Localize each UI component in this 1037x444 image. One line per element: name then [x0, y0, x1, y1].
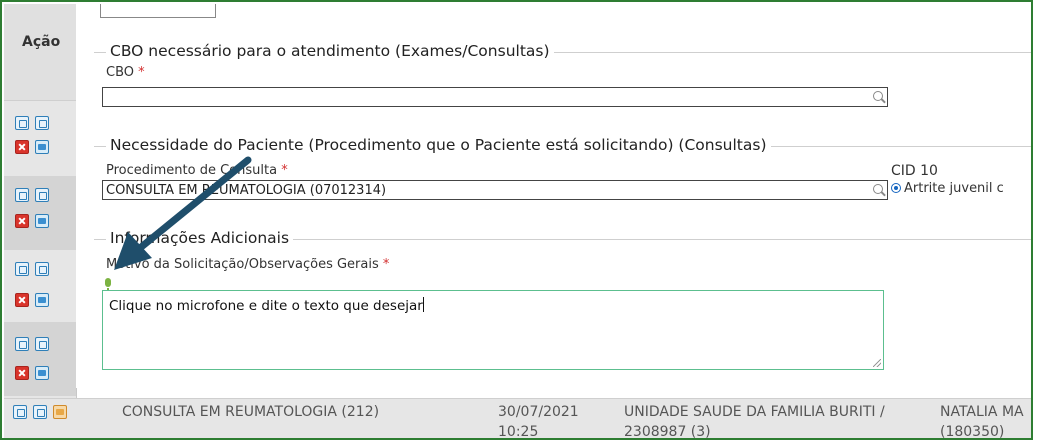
annotation-arrow: [114, 156, 252, 270]
arrow-shaft: [136, 156, 252, 252]
arrow-head: [114, 232, 152, 270]
screenshot-frame: Ação CBO necessário para o atendimento (…: [0, 0, 1033, 440]
